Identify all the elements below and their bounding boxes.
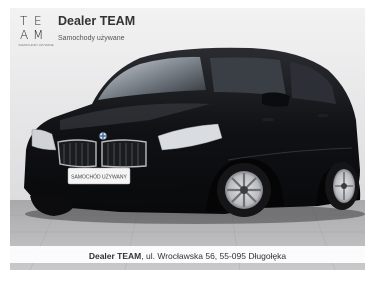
logo-letter-t: T — [20, 14, 28, 28]
footer-address: , ul. Wrocławska 56, 55-095 Długołęka — [141, 251, 287, 261]
rear-door-handle — [318, 114, 328, 117]
front-wheel — [217, 163, 271, 217]
team-logo: T E A M — [18, 14, 46, 46]
logo-letter-a: A — [20, 28, 29, 42]
dealer-brand-title: Dealer TEAM — [58, 14, 136, 28]
dealer-subtitle: Samochody używane — [58, 35, 125, 42]
front-side-window — [210, 57, 286, 96]
license-plate-text: SAMOCHÓD UŻYWANY — [71, 174, 127, 181]
rear-wheel — [325, 162, 359, 210]
dealer-address-bar: Dealer TEAM, ul. Wrocławska 56, 55-095 D… — [10, 246, 365, 263]
side-mirror — [262, 92, 290, 107]
right-kidney-grille — [101, 139, 147, 168]
footer-brand: Dealer TEAM — [88, 251, 142, 261]
dealer-header: T E A M SAMOCHODY UŻYWANE Dealer TEAM Sa… — [0, 0, 370, 60]
logo-letter-m: M — [33, 28, 44, 42]
logo-tagline: SAMOCHODY UŻYWANE — [18, 43, 54, 47]
logo-letter-e: E — [34, 14, 42, 28]
footer-text: Dealer TEAM, ul. Wrocławska 56, 55-095 D… — [89, 251, 286, 261]
door-handle — [262, 118, 274, 121]
dealer-photo: SAMOCHÓD UŻYWANY T E A M SAMOCHODY UŻYWA… — [0, 0, 370, 279]
